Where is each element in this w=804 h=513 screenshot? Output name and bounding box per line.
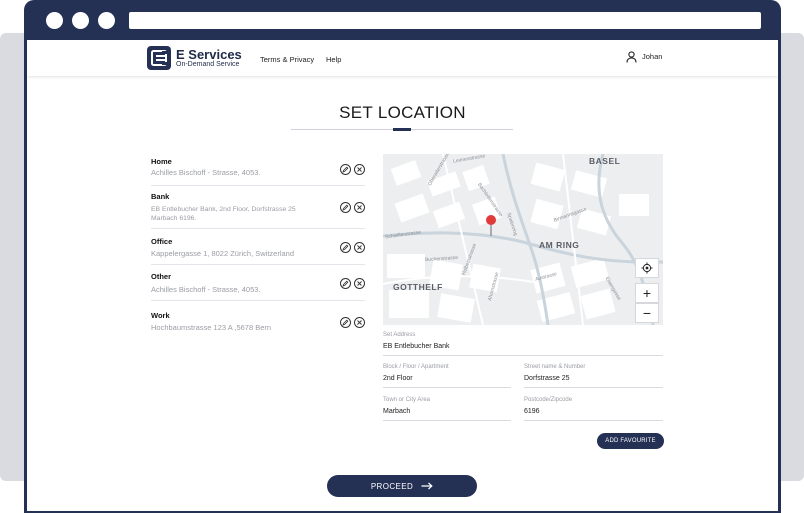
- block-floor-field[interactable]: Block / Floor / Apartment 2nd Floor: [383, 364, 511, 388]
- set-address-value[interactable]: EB Entlebucher Bank: [383, 343, 450, 350]
- postcode-label: Postcode/Zipcode: [524, 397, 573, 403]
- proceed-label: PROCEED: [370, 481, 414, 491]
- block-floor-label: Block / Floor / Apartment: [383, 364, 449, 370]
- nav-terms-privacy[interactable]: Terms & Privacy: [260, 55, 314, 64]
- address-name: Home: [151, 157, 172, 166]
- url-bar[interactable]: [129, 12, 761, 29]
- close-icon: [357, 281, 362, 286]
- address-text-line2: Marbach 6196.: [151, 215, 197, 222]
- window-dot-3[interactable]: [98, 12, 115, 29]
- screenshot-scene: E Services On-Demand Service Terms & Pri…: [0, 0, 804, 513]
- map-pin-icon[interactable]: [485, 214, 497, 236]
- street-field[interactable]: Street name & Number Dorfstrasse 25: [524, 364, 663, 388]
- crosshair-icon: [641, 262, 653, 274]
- saved-address-home[interactable]: Home Achilles Bischoff - Strasse, 4053.: [151, 154, 365, 186]
- browser-window: E Services On-Demand Service Terms & Pri…: [24, 0, 781, 513]
- town-field[interactable]: Town or City Area Marbach: [383, 397, 511, 421]
- page-title: SET LOCATION: [339, 103, 466, 122]
- location-map[interactable]: BASEL AM RING GOTTHELF Spalenring Schwil…: [383, 154, 663, 325]
- address-text: Kappelergasse 1, 8022 Zürich, Switzerlan…: [151, 249, 294, 258]
- user-name[interactable]: Johan: [642, 52, 662, 61]
- town-value[interactable]: Marbach: [383, 408, 410, 415]
- delete-address-button[interactable]: [354, 164, 365, 175]
- delete-address-button[interactable]: [354, 242, 365, 253]
- address-name: Work: [151, 311, 170, 320]
- postcode-value[interactable]: 6196: [524, 408, 540, 415]
- add-favourite-button[interactable]: ADD FAVOURITE: [597, 433, 664, 449]
- locate-me-button[interactable]: [635, 258, 659, 278]
- pencil-icon: [342, 204, 349, 211]
- address-text: Achilles Bischoff - Strasse, 4053.: [151, 285, 261, 294]
- set-address-field[interactable]: Set Address EB Entlebucher Bank: [383, 332, 663, 356]
- edit-address-button[interactable]: [340, 242, 351, 253]
- window-dot-1[interactable]: [46, 12, 63, 29]
- brand-logo-icon[interactable]: [147, 46, 171, 70]
- edit-address-button[interactable]: [340, 202, 351, 213]
- page-viewport: E Services On-Demand Service Terms & Pri…: [27, 40, 778, 511]
- zoom-out-button[interactable]: −: [635, 303, 659, 323]
- window-dot-2[interactable]: [72, 12, 89, 29]
- map-label-basel: BASEL: [589, 156, 621, 166]
- close-icon: [357, 320, 362, 325]
- edit-address-button[interactable]: [340, 278, 351, 289]
- close-icon: [357, 245, 362, 250]
- close-icon: [357, 205, 362, 210]
- delete-address-button[interactable]: [354, 278, 365, 289]
- brand-name[interactable]: E Services: [176, 47, 242, 62]
- block-floor-value[interactable]: 2nd Floor: [383, 375, 413, 382]
- address-name: Office: [151, 237, 173, 246]
- user-icon[interactable]: [626, 50, 637, 64]
- nav-help[interactable]: Help: [326, 55, 341, 64]
- address-name: Bank: [151, 192, 170, 201]
- pencil-icon: [342, 280, 349, 287]
- close-icon: [357, 167, 362, 172]
- postcode-field[interactable]: Postcode/Zipcode 6196: [524, 397, 663, 421]
- address-text: Hochbaumstrasse 123 A ,5678 Bern: [151, 323, 272, 332]
- saved-address-office[interactable]: Office Kappelergasse 1, 8022 Zürich, Swi…: [151, 229, 365, 265]
- delete-address-button[interactable]: [354, 317, 365, 328]
- pencil-icon: [342, 244, 349, 251]
- saved-address-other[interactable]: Other Achilles Bischoff - Strasse, 4053.: [151, 265, 365, 301]
- map-streets: [383, 154, 663, 325]
- map-label-am-ring: AM RING: [539, 240, 580, 250]
- address-name: Other: [151, 272, 172, 281]
- edit-address-button[interactable]: [340, 317, 351, 328]
- address-text: EB Entlebucher Bank, 2nd Floor, Dorfstra…: [151, 206, 296, 213]
- town-label: Town or City Area: [383, 397, 431, 403]
- title-accent: [393, 128, 411, 131]
- address-text: Achilles Bischoff - Strasse, 4053.: [151, 168, 261, 177]
- set-address-label: Set Address: [383, 332, 416, 338]
- street-label: Street name & Number: [524, 364, 586, 370]
- saved-address-bank[interactable]: Bank EB Entlebucher Bank, 2nd Floor, Dor…: [151, 186, 365, 229]
- edit-address-button[interactable]: [340, 164, 351, 175]
- zoom-in-button[interactable]: +: [635, 283, 659, 303]
- pencil-icon: [342, 166, 349, 173]
- delete-address-button[interactable]: [354, 202, 365, 213]
- arrow-right-icon: [421, 482, 433, 490]
- saved-address-work[interactable]: Work Hochbaumstrasse 123 A ,5678 Bern: [151, 301, 365, 341]
- proceed-button[interactable]: PROCEED: [327, 475, 477, 497]
- top-navbar: E Services On-Demand Service Terms & Pri…: [27, 40, 778, 76]
- map-label-gotthelf: GOTTHELF: [393, 282, 443, 292]
- brand-tagline: On-Demand Service: [176, 61, 240, 68]
- street-value[interactable]: Dorfstrasse 25: [524, 375, 570, 382]
- pencil-icon: [342, 319, 349, 326]
